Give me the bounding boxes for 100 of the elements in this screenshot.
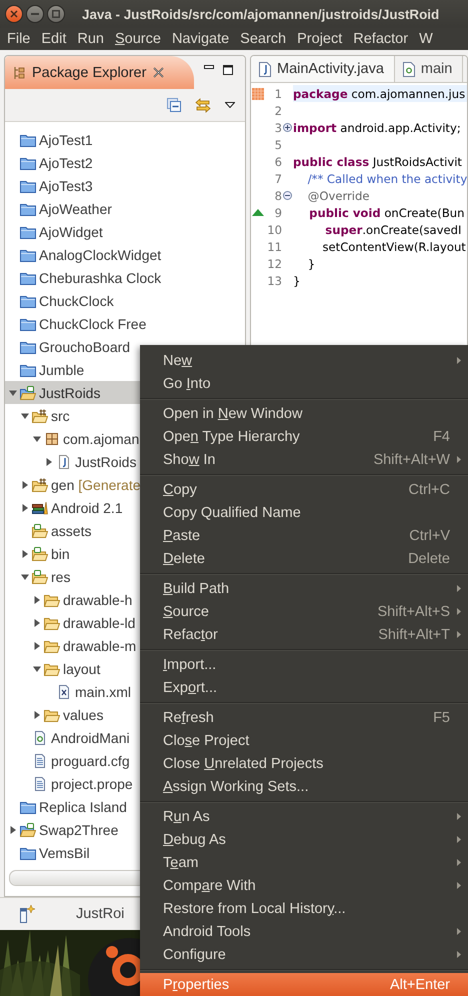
expand-arrow-icon[interactable]	[21, 572, 29, 580]
maximize-button[interactable]	[47, 5, 65, 23]
menu-bar-item[interactable]: Source	[114, 31, 161, 47]
maximize-icon[interactable]	[223, 65, 233, 75]
file-icon	[56, 684, 72, 698]
code-line: super.onCreate(savedI	[324, 222, 462, 236]
folder-icon	[44, 638, 60, 652]
collapse-icon[interactable]	[283, 191, 292, 200]
folder-icon	[32, 524, 48, 538]
menu-item[interactable]: Paste Ctrl+V	[140, 524, 468, 547]
project-folder-icon	[20, 386, 36, 400]
menu-item[interactable]: Close Project	[140, 729, 468, 752]
menu-bar-item[interactable]: Navigate	[172, 31, 230, 47]
expand-arrow-icon[interactable]	[33, 596, 41, 604]
editor-tab[interactable]: main	[394, 56, 464, 82]
menu-item[interactable]: Android Tools	[140, 920, 468, 943]
panel-tab[interactable]: Package Explorer	[5, 56, 194, 89]
menu-item[interactable]: Run As	[140, 805, 468, 828]
expand-arrow-icon[interactable]	[33, 664, 41, 672]
folder-icon	[20, 846, 36, 860]
submenu-arrow-icon	[457, 456, 461, 463]
tree-item[interactable]: AjoTest2	[5, 151, 245, 174]
menu-item[interactable]: Open in New Window	[140, 402, 468, 425]
hierarchy-icon	[13, 66, 25, 80]
close-icon[interactable]	[153, 67, 164, 78]
submenu-arrow-icon	[457, 585, 461, 592]
maximize-icon	[52, 10, 60, 18]
line-number: 7	[274, 172, 282, 186]
editor-tab[interactable]: MainActivity.java	[251, 56, 395, 82]
menu-item[interactable]: Show In Shift+Alt+W	[140, 448, 468, 471]
code-line: }	[293, 274, 300, 288]
menu-item[interactable]: Configure	[140, 943, 468, 966]
menu-item[interactable]: Restore from Local History...	[140, 897, 468, 920]
tree-item[interactable]: ChuckClock	[5, 289, 245, 312]
menu-bar-item[interactable]: File	[7, 31, 30, 47]
collapse-all-icon[interactable]	[167, 98, 181, 112]
expand-arrow-icon[interactable]	[21, 550, 29, 558]
menu-item[interactable]: Copy Qualified Name	[140, 501, 468, 524]
menu-item[interactable]: Debug As	[140, 828, 468, 851]
expand-arrow-icon[interactable]	[33, 618, 41, 626]
menu-bar-item[interactable]: Edit	[41, 31, 66, 47]
expand-arrow-icon[interactable]	[21, 412, 29, 420]
line-number: 3	[274, 120, 282, 134]
menu-bar-item[interactable]: Project	[297, 31, 342, 47]
link-icon[interactable]	[195, 98, 211, 112]
tree-item[interactable]: AjoWeather	[5, 197, 245, 220]
folder-icon	[20, 248, 36, 262]
tree-item[interactable]: AjoTest3	[5, 174, 245, 197]
submenu-arrow-icon	[457, 631, 461, 638]
close-button[interactable]	[5, 5, 23, 23]
expand-arrow-icon[interactable]	[33, 710, 41, 718]
folder-icon	[20, 316, 36, 330]
menu-item[interactable]: Open Type Hierarchy F4	[140, 425, 468, 448]
minimize-icon[interactable]	[204, 65, 214, 69]
text-file-icon	[32, 776, 48, 790]
submenu-arrow-icon	[457, 813, 461, 820]
menu-item[interactable]: Refresh F5	[140, 706, 468, 729]
expand-icon[interactable]	[283, 123, 292, 132]
menu-bar-item[interactable]: Run	[77, 31, 104, 47]
folder-icon	[44, 708, 60, 722]
minimize-button[interactable]	[26, 5, 44, 23]
code-line: }	[306, 256, 316, 270]
tree-item[interactable]: AjoWidget	[5, 220, 245, 243]
menu-bar-item[interactable]: W	[419, 31, 433, 47]
menu-bar-item[interactable]: Refactor	[353, 31, 408, 47]
menu-item[interactable]: Export...	[140, 676, 468, 699]
expand-arrow-icon[interactable]	[45, 458, 53, 466]
file-icon	[402, 62, 415, 76]
menu-bar-item[interactable]: Search	[240, 31, 286, 47]
tree-item[interactable]: AnalogClockWidget	[5, 243, 245, 266]
line-number: 5	[274, 138, 282, 152]
menu-item[interactable]: Source Shift+Alt+S	[140, 600, 468, 623]
line-number: 6	[274, 154, 282, 168]
menu-item[interactable]: Assign Working Sets...	[140, 775, 468, 798]
view-menu-icon[interactable]	[225, 102, 235, 108]
tree-item[interactable]: ChuckClock Free	[5, 312, 245, 335]
line-number: 1	[274, 86, 282, 100]
menu-item[interactable]: Delete Delete	[140, 547, 468, 570]
expand-arrow-icon[interactable]	[9, 388, 17, 396]
menu-item[interactable]: Build Path	[140, 577, 468, 600]
code-line: public void onCreate(Bun	[308, 206, 464, 220]
menu-item[interactable]: Copy Ctrl+C	[140, 478, 468, 501]
menu-item[interactable]: Import...	[140, 653, 468, 676]
folder-icon	[20, 178, 36, 192]
menu-item[interactable]: Team	[140, 851, 468, 874]
file-icon	[32, 730, 48, 744]
line-number: 13	[266, 274, 282, 288]
tree-item[interactable]: AjoTest1	[5, 128, 245, 151]
menu-item[interactable]: Refactor Shift+Alt+T	[140, 623, 468, 646]
folder-icon	[44, 616, 60, 630]
tree-item[interactable]: Cheburashka Clock	[5, 266, 245, 289]
submenu-arrow-icon	[457, 859, 461, 866]
menu-item[interactable]: New	[140, 349, 468, 372]
expand-arrow-icon[interactable]	[33, 642, 41, 650]
expand-arrow-icon[interactable]	[33, 434, 41, 442]
menu-item[interactable]: Close Unrelated Projects	[140, 752, 468, 775]
menu-item[interactable]: Compare With	[140, 874, 468, 897]
expand-arrow-icon[interactable]	[21, 504, 29, 512]
expand-arrow-icon[interactable]	[21, 480, 29, 488]
expand-arrow-icon[interactable]	[9, 826, 17, 834]
